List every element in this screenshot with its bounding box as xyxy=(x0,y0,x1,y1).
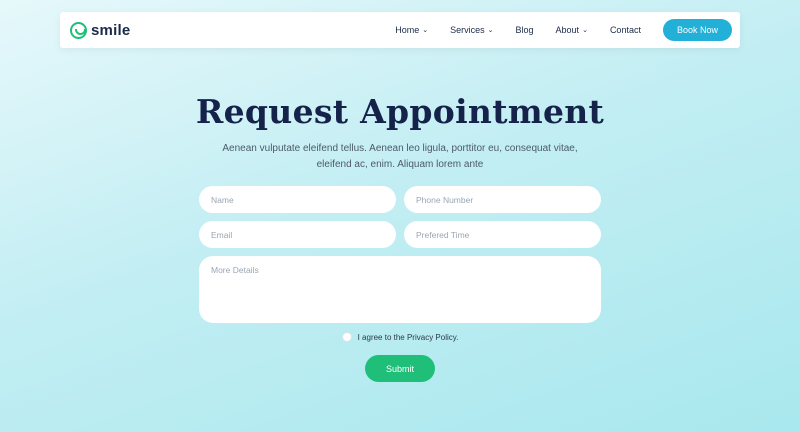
more-details-textarea[interactable]: More Details xyxy=(199,256,601,323)
nav-item-label: About xyxy=(555,25,580,35)
main-nav: Home ⌄ Services ⌄ Blog About ⌄ Contact B… xyxy=(395,19,732,41)
nav-item-label: Blog xyxy=(515,25,534,35)
preferred-time-field[interactable]: Prefered Time xyxy=(404,221,601,248)
nav-item-home[interactable]: Home ⌄ xyxy=(395,25,428,35)
nav-item-about[interactable]: About ⌄ xyxy=(556,25,588,35)
name-field[interactable]: Name xyxy=(199,186,396,213)
logo[interactable]: smile xyxy=(70,21,131,39)
smile-logo-icon xyxy=(70,21,87,39)
chevron-down-icon: ⌄ xyxy=(582,27,588,34)
privacy-checkbox[interactable] xyxy=(341,332,352,342)
nav-item-label: Contact xyxy=(609,25,641,35)
nav-item-label: Home xyxy=(395,25,420,35)
email-field[interactable]: Email xyxy=(199,221,396,248)
top-navbar: smile Home ⌄ Services ⌄ Blog About ⌄ Con… xyxy=(60,12,740,48)
page-subtitle: Aenean vulputate eleifend tellus. Aenean… xyxy=(0,141,800,173)
nav-item-label: Services xyxy=(450,25,485,35)
privacy-agreement: I agree to the Privacy Policy. xyxy=(0,332,800,342)
chevron-down-icon: ⌄ xyxy=(487,27,494,34)
page-title: Request Appointment xyxy=(195,92,605,131)
nav-item-contact[interactable]: Contact xyxy=(610,25,641,35)
book-now-button[interactable]: Book Now xyxy=(662,19,732,41)
subtitle-line: eleifend ac, enim. Aliquam lorem ante xyxy=(316,159,484,170)
phone-field[interactable]: Phone Number xyxy=(404,186,601,213)
submit-button[interactable]: Submit xyxy=(365,355,435,382)
nav-item-services[interactable]: Services ⌄ xyxy=(450,25,493,35)
privacy-label: I agree to the Privacy Policy. xyxy=(357,332,459,342)
nav-item-blog[interactable]: Blog xyxy=(516,25,534,35)
logo-text: smile xyxy=(91,21,131,39)
chevron-down-icon: ⌄ xyxy=(422,27,429,34)
subtitle-line: Aenean vulputate eleifend tellus. Aenean… xyxy=(222,143,578,154)
